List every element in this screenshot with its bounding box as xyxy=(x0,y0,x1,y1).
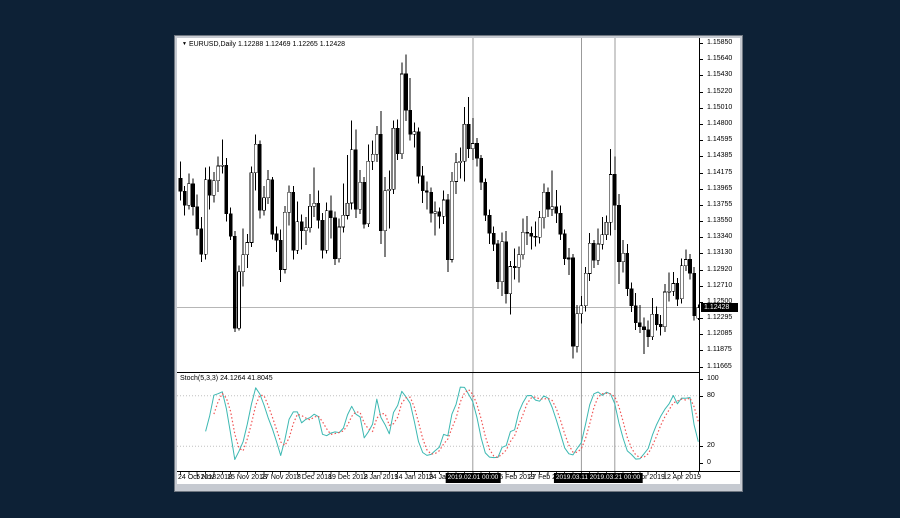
price-tick xyxy=(700,59,703,60)
time-axis-label: 12 Apr 2019 xyxy=(663,473,701,483)
price-axis-label: 1.11875 xyxy=(707,346,732,354)
price-axis-label: 1.15430 xyxy=(707,71,732,79)
price-axis-label: 1.13340 xyxy=(707,233,732,241)
chart-ohlc-values: 1.12288 1.12469 1.12265 1.12428 xyxy=(238,41,345,48)
stochastic-canvas[interactable] xyxy=(177,373,699,471)
price-tick xyxy=(700,92,703,93)
price-axis-label: 1.13550 xyxy=(707,217,732,225)
price-axis-label: 1.14385 xyxy=(707,152,732,160)
time-axis-label: 7 Dec 2018 xyxy=(296,473,332,483)
price-axis-label: 1.14595 xyxy=(707,136,732,144)
price-axis-label: 1.13755 xyxy=(707,201,732,209)
workspace-background: ▼EURUSD,Daily 1.12288 1.12469 1.12265 1.… xyxy=(0,0,900,518)
price-axis-label: 1.13965 xyxy=(707,185,732,193)
event-date-badge: 2019.03.21 00:00 xyxy=(588,473,643,483)
stoch-scale-tick xyxy=(700,379,703,380)
time-axis-label: 2 Jan 2019 xyxy=(364,473,399,483)
stochastic-name-label: Stoch(5,3,3) xyxy=(180,375,218,382)
stoch-scale-tick xyxy=(700,463,703,464)
price-tick xyxy=(700,367,703,368)
window-frame-bottom xyxy=(177,484,740,489)
price-tick xyxy=(700,108,703,109)
current-price-badge: 1.12428 xyxy=(701,303,738,312)
chart-title: ▼EURUSD,Daily 1.12288 1.12469 1.12265 1.… xyxy=(182,41,345,48)
stoch-scale-label: 0 xyxy=(707,459,711,467)
chart-window: ▼EURUSD,Daily 1.12288 1.12469 1.12265 1.… xyxy=(175,36,742,491)
price-tick xyxy=(700,270,703,271)
price-tick xyxy=(700,350,703,351)
price-tick xyxy=(700,173,703,174)
price-tick xyxy=(700,334,703,335)
price-axis-label: 1.12710 xyxy=(707,282,732,290)
event-date-badge: 2019.02.01 00:00 xyxy=(446,473,501,483)
price-axis-label: 1.15640 xyxy=(707,55,732,63)
time-axis-label: 14 Jan 2019 xyxy=(395,473,434,483)
price-tick xyxy=(700,253,703,254)
price-tick xyxy=(700,286,703,287)
price-axis-label: 1.15010 xyxy=(707,104,732,112)
price-tick xyxy=(700,318,703,319)
price-tick xyxy=(700,237,703,238)
stochastic-title: Stoch(5,3,3) 24.1264 41.8045 xyxy=(180,375,273,382)
price-tick xyxy=(700,156,703,157)
price-tick xyxy=(700,140,703,141)
price-tick xyxy=(700,43,703,44)
chart-window-inner: ▼EURUSD,Daily 1.12288 1.12469 1.12265 1.… xyxy=(177,38,740,489)
price-axis-label: 1.14800 xyxy=(707,120,732,128)
stochastic-pane[interactable]: Stoch(5,3,3) 24.1264 41.8045 xyxy=(177,373,699,471)
time-axis-label: 27 Nov 2018 xyxy=(261,473,301,483)
price-axis-label: 1.13130 xyxy=(707,249,732,257)
time-axis[interactable]: 24 Oct 20185 Nov 201815 Nov 201827 Nov 2… xyxy=(177,472,740,484)
price-tick xyxy=(700,189,703,190)
chart-menu-icon[interactable]: ▼ xyxy=(182,41,187,47)
price-axis-label: 1.12920 xyxy=(707,266,732,274)
price-axis-label: 1.12085 xyxy=(707,330,732,338)
time-axis-label: 19 Dec 2018 xyxy=(328,473,368,483)
price-tick xyxy=(700,221,703,222)
price-tick xyxy=(700,205,703,206)
stoch-scale-tick xyxy=(700,396,703,397)
stoch-scale-label: 100 xyxy=(707,375,719,383)
stoch-scale-label: 20 xyxy=(707,442,715,450)
candlestick-canvas[interactable] xyxy=(177,38,699,372)
price-axis-label: 1.12295 xyxy=(707,314,732,322)
price-tick xyxy=(700,75,703,76)
price-axis[interactable]: 1.15850 1.15640 1.15430 1.15220 1.15010 1.148… xyxy=(700,38,740,471)
stoch-scale-label: 80 xyxy=(707,392,715,400)
price-chart-pane[interactable]: ▼EURUSD,Daily 1.12288 1.12469 1.12265 1.… xyxy=(177,38,699,372)
stochastic-values: 24.1264 41.8045 xyxy=(220,375,273,382)
price-axis-label: 1.11665 xyxy=(707,363,732,371)
chart-symbol-label: EURUSD,Daily xyxy=(189,41,236,48)
price-axis-label: 1.14175 xyxy=(707,169,732,177)
stoch-scale-tick xyxy=(700,446,703,447)
price-tick xyxy=(700,124,703,125)
price-axis-label: 1.15850 xyxy=(707,39,732,47)
price-axis-label: 1.15220 xyxy=(707,88,732,96)
